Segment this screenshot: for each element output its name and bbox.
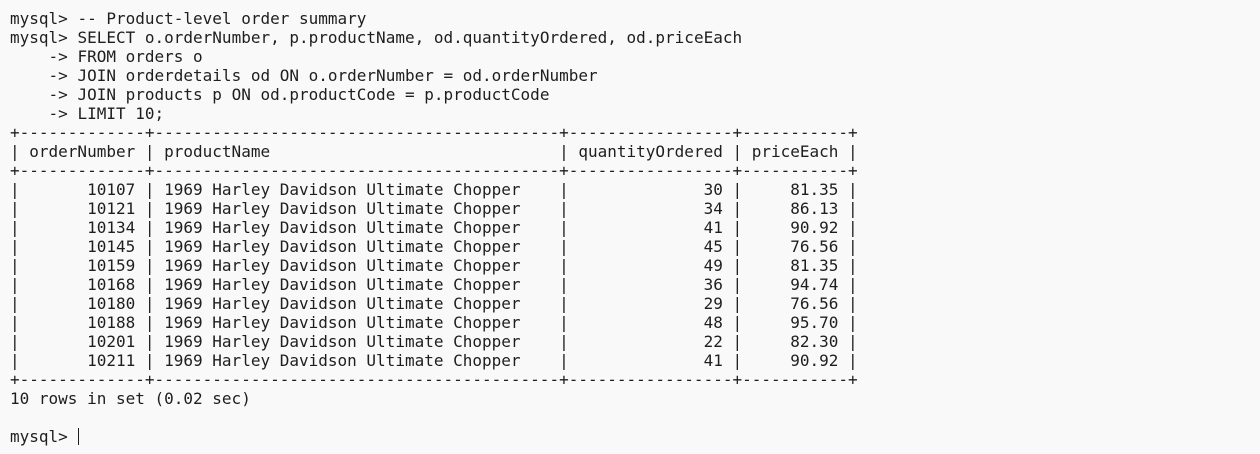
table-header: | orderNumber | productName | quantityOr… (10, 142, 858, 161)
continuation-prompt: -> (10, 104, 78, 123)
query-text: LIMIT 10; (77, 104, 165, 123)
table-row: | 10145 | 1969 Harley Davidson Ultimate … (10, 237, 858, 256)
table-border: +-------------+-------------------------… (10, 123, 858, 142)
table-row: | 10159 | 1969 Harley Davidson Ultimate … (10, 256, 858, 275)
prompt: mysql> (10, 9, 78, 28)
table-row: | 10188 | 1969 Harley Davidson Ultimate … (10, 313, 858, 332)
continuation-prompt: -> (10, 66, 78, 85)
continuation-prompt: -> (10, 85, 78, 104)
table-row: | 10107 | 1969 Harley Davidson Ultimate … (10, 180, 858, 199)
query-line: -> JOIN orderdetails od ON o.orderNumber… (10, 66, 1260, 85)
table-row: | 10168 | 1969 Harley Davidson Ultimate … (10, 275, 858, 294)
query-text: SELECT o.orderNumber, p.productName, od.… (77, 28, 743, 47)
table-row: | 10180 | 1969 Harley Davidson Ultimate … (10, 294, 858, 313)
query-text: FROM orders o (77, 47, 203, 66)
result-summary: 10 rows in set (0.02 sec) (10, 389, 251, 408)
query-line: -> FROM orders o (10, 47, 1260, 66)
prompt: mysql> (10, 28, 78, 47)
comment-line: mysql> -- Product-level order summary (10, 9, 1260, 28)
query-text: JOIN orderdetails od ON o.orderNumber = … (77, 66, 598, 85)
query-line: mysql> SELECT o.orderNumber, p.productNa… (10, 28, 1260, 47)
query-text: JOIN products p ON od.productCode = p.pr… (77, 85, 550, 104)
query-line: -> JOIN products p ON od.productCode = p… (10, 85, 1260, 104)
continuation-prompt: -> (10, 47, 78, 66)
prompt: mysql> (10, 427, 78, 446)
table-border: +-------------+-------------------------… (10, 370, 858, 389)
table-row: | 10201 | 1969 Harley Davidson Ultimate … (10, 332, 858, 351)
input-line[interactable]: mysql> (10, 427, 1260, 446)
table-row: | 10121 | 1969 Harley Davidson Ultimate … (10, 199, 858, 218)
table-border: +-------------+-------------------------… (10, 161, 858, 180)
mysql-terminal[interactable]: mysql> -- Product-level order summary my… (10, 9, 1260, 454)
text-cursor (78, 428, 80, 445)
sql-comment: -- Product-level order summary (77, 9, 367, 28)
table-row: | 10211 | 1969 Harley Davidson Ultimate … (10, 351, 858, 370)
table-row: | 10134 | 1969 Harley Davidson Ultimate … (10, 218, 858, 237)
query-line: -> LIMIT 10; (10, 104, 1260, 123)
